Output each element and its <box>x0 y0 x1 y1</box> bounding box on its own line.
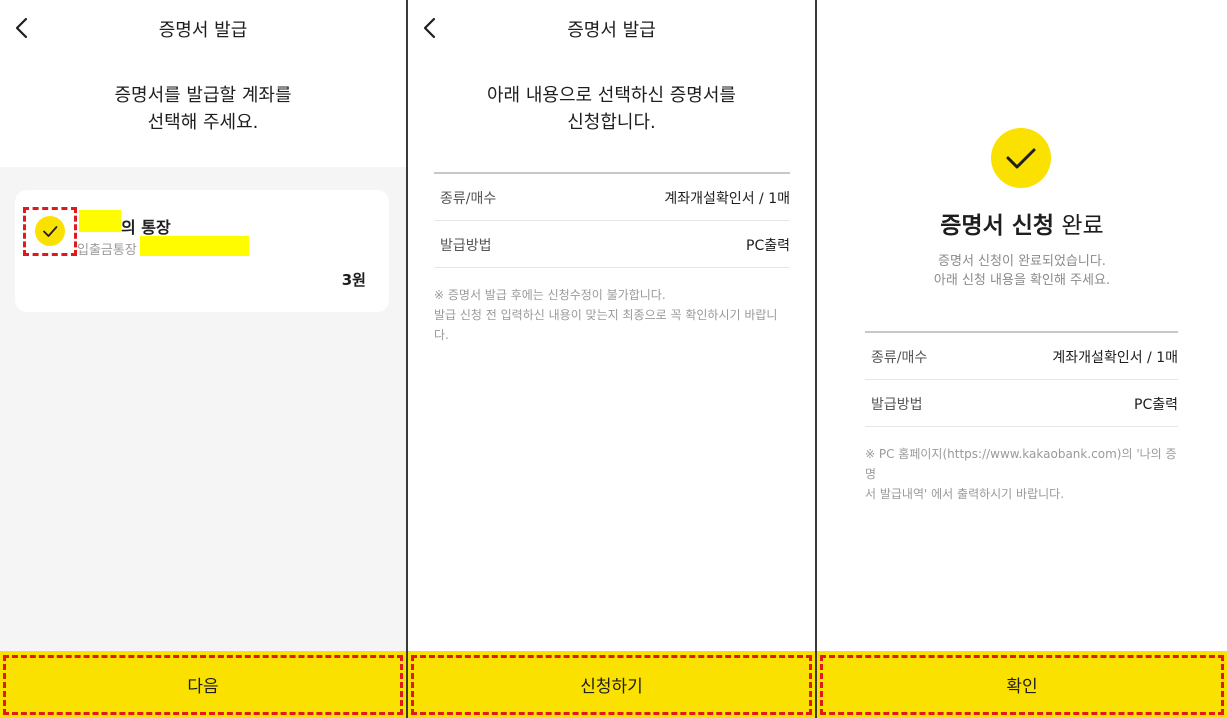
notice-line: 발급 신청 전 입력하신 내용이 맞는지 최종으로 꼭 확인하시기 바랍니 <box>434 308 778 322</box>
description-line: 아래 신청 내용을 확인해 주세요. <box>933 273 1111 288</box>
success-badge <box>991 128 1051 188</box>
annotation-highlight-box <box>23 207 77 256</box>
request-summary-table: 종류/매수 계좌개설확인서 / 1매 발급방법 PC출력 <box>434 172 790 268</box>
table-row: 종류/매수 계좌개설확인서 / 1매 <box>434 174 790 221</box>
next-button[interactable]: 다음 <box>0 651 406 718</box>
headline-line: 신청합니다. <box>567 112 656 133</box>
row-value: 계좌개설확인서 / 1매 <box>664 191 790 207</box>
notice-line: ※ 증명서 발급 후에는 신청수정이 불가합니다. <box>434 288 666 302</box>
apply-button-label: 신청하기 <box>580 677 643 697</box>
redacted-owner-name <box>79 210 121 232</box>
check-icon <box>1006 148 1036 169</box>
account-balance: 3원 <box>341 271 366 289</box>
description-line: 증명서 신청이 완료되었습니다. <box>938 254 1106 269</box>
account-card[interactable]: 의 통장 입출금통장 3원 <box>15 190 389 312</box>
row-value: PC출력 <box>746 238 790 254</box>
header: 증명서 발급 <box>408 0 815 56</box>
redacted-account-number <box>140 236 249 256</box>
select-account-screen: 증명서 발급 증명서를 발급할 계좌를 선택해 주세요. 의 통장 입출금통장 … <box>0 0 406 718</box>
account-name: 의 통장 <box>121 218 171 237</box>
confirm-request-screen: 증명서 발급 아래 내용으로 선택하신 증명서를 신청합니다. 종류/매수 계좌… <box>408 0 815 718</box>
headline-line: 선택해 주세요. <box>147 112 259 133</box>
headline-line: 증명서를 발급할 계좌를 <box>114 85 292 106</box>
table-row: 발급방법 PC출력 <box>434 221 790 268</box>
completion-title-bold: 증명서 신청 <box>940 213 1055 239</box>
row-label: 종류/매수 <box>871 350 928 366</box>
page-title: 증명서 발급 <box>567 20 656 41</box>
completion-title-rest: 완료 <box>1061 213 1104 239</box>
confirm-button[interactable]: 확인 <box>817 651 1227 718</box>
table-row: 발급방법 PC출력 <box>865 380 1178 427</box>
row-label: 발급방법 <box>440 238 492 254</box>
headline: 증명서를 발급할 계좌를 선택해 주세요. <box>0 82 406 136</box>
request-summary-table: 종류/매수 계좌개설확인서 / 1매 발급방법 PC출력 <box>865 331 1178 427</box>
confirm-button-label: 확인 <box>1006 677 1038 697</box>
header: 증명서 발급 <box>0 0 406 56</box>
notice-text: ※ 증명서 발급 후에는 신청수정이 불가합니다. 발급 신청 전 입력하신 내… <box>434 285 795 345</box>
completion-description: 증명서 신청이 완료되었습니다. 아래 신청 내용을 확인해 주세요. <box>817 252 1227 290</box>
next-button-label: 다음 <box>187 677 219 697</box>
row-label: 종류/매수 <box>440 191 497 207</box>
apply-button[interactable]: 신청하기 <box>408 651 815 718</box>
table-row: 종류/매수 계좌개설확인서 / 1매 <box>865 333 1178 380</box>
row-value: PC출력 <box>1134 397 1178 413</box>
notice-line: ※ PC 홈페이지(https://www.kakaobank.com)의 '나… <box>865 447 1177 481</box>
headline-line: 아래 내용으로 선택하신 증명서를 <box>486 85 736 106</box>
page-title: 증명서 발급 <box>158 20 248 41</box>
notice-line: 서 발급내역' 에서 출력하시기 바랍니다. <box>865 487 1065 501</box>
row-value: 계좌개설확인서 / 1매 <box>1052 350 1178 366</box>
headline: 아래 내용으로 선택하신 증명서를 신청합니다. <box>408 82 815 136</box>
account-type: 입출금통장 <box>77 243 137 258</box>
notice-line: 다. <box>434 328 449 342</box>
completion-title: 증명서 신청 완료 <box>817 206 1227 240</box>
request-complete-screen: 증명서 신청 완료 증명서 신청이 완료되었습니다. 아래 신청 내용을 확인해… <box>817 0 1227 718</box>
notice-text: ※ PC 홈페이지(https://www.kakaobank.com)의 '나… <box>865 444 1187 504</box>
row-label: 발급방법 <box>871 397 923 413</box>
